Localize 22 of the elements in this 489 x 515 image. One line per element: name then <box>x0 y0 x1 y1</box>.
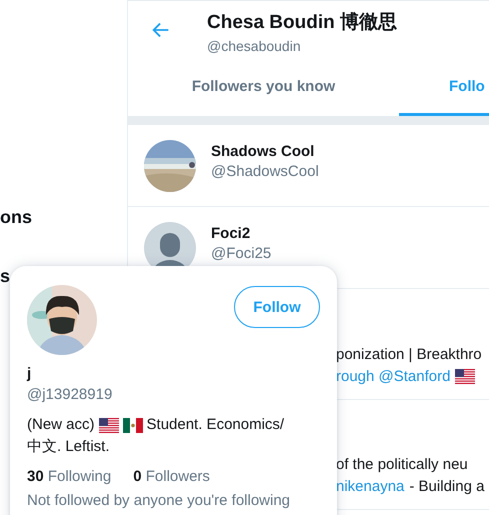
bio-text: of the politically neu <box>336 456 469 473</box>
sidebar-item[interactable]: s <box>0 266 10 287</box>
user-handle: @Foci25 <box>211 245 272 262</box>
profile-handle: @chesaboudin <box>207 38 302 54</box>
bio-text: - Building a <box>409 478 484 495</box>
bio-text: (New acc) <box>27 415 95 435</box>
bio-text: Student. Economics/ <box>146 415 284 435</box>
mexico-flag-icon <box>122 418 143 432</box>
user-name[interactable]: Foci2 <box>211 225 272 242</box>
profile-name: Chesa Boudin 博徹思 <box>207 10 398 34</box>
bio-text: 中文. Leftist. <box>27 437 110 457</box>
user-name[interactable]: Shadows Cool <box>211 143 319 160</box>
tab[interactable]: Followers you know <box>128 59 399 116</box>
following-count[interactable]: 30 Following <box>27 468 112 485</box>
user-name[interactable]: j <box>27 365 320 382</box>
us-flag-icon <box>98 418 119 432</box>
user-handle: @ShadowsCool <box>211 163 319 180</box>
followers-count[interactable]: 0 Followers <box>133 468 210 485</box>
user-handle: @j13928919 <box>27 386 114 403</box>
bio-text: ponization | Breakthro <box>336 346 483 363</box>
follow-context-note: Not followed by anyone you're following <box>27 492 292 509</box>
sidebar-item[interactable]: ons <box>0 207 32 228</box>
